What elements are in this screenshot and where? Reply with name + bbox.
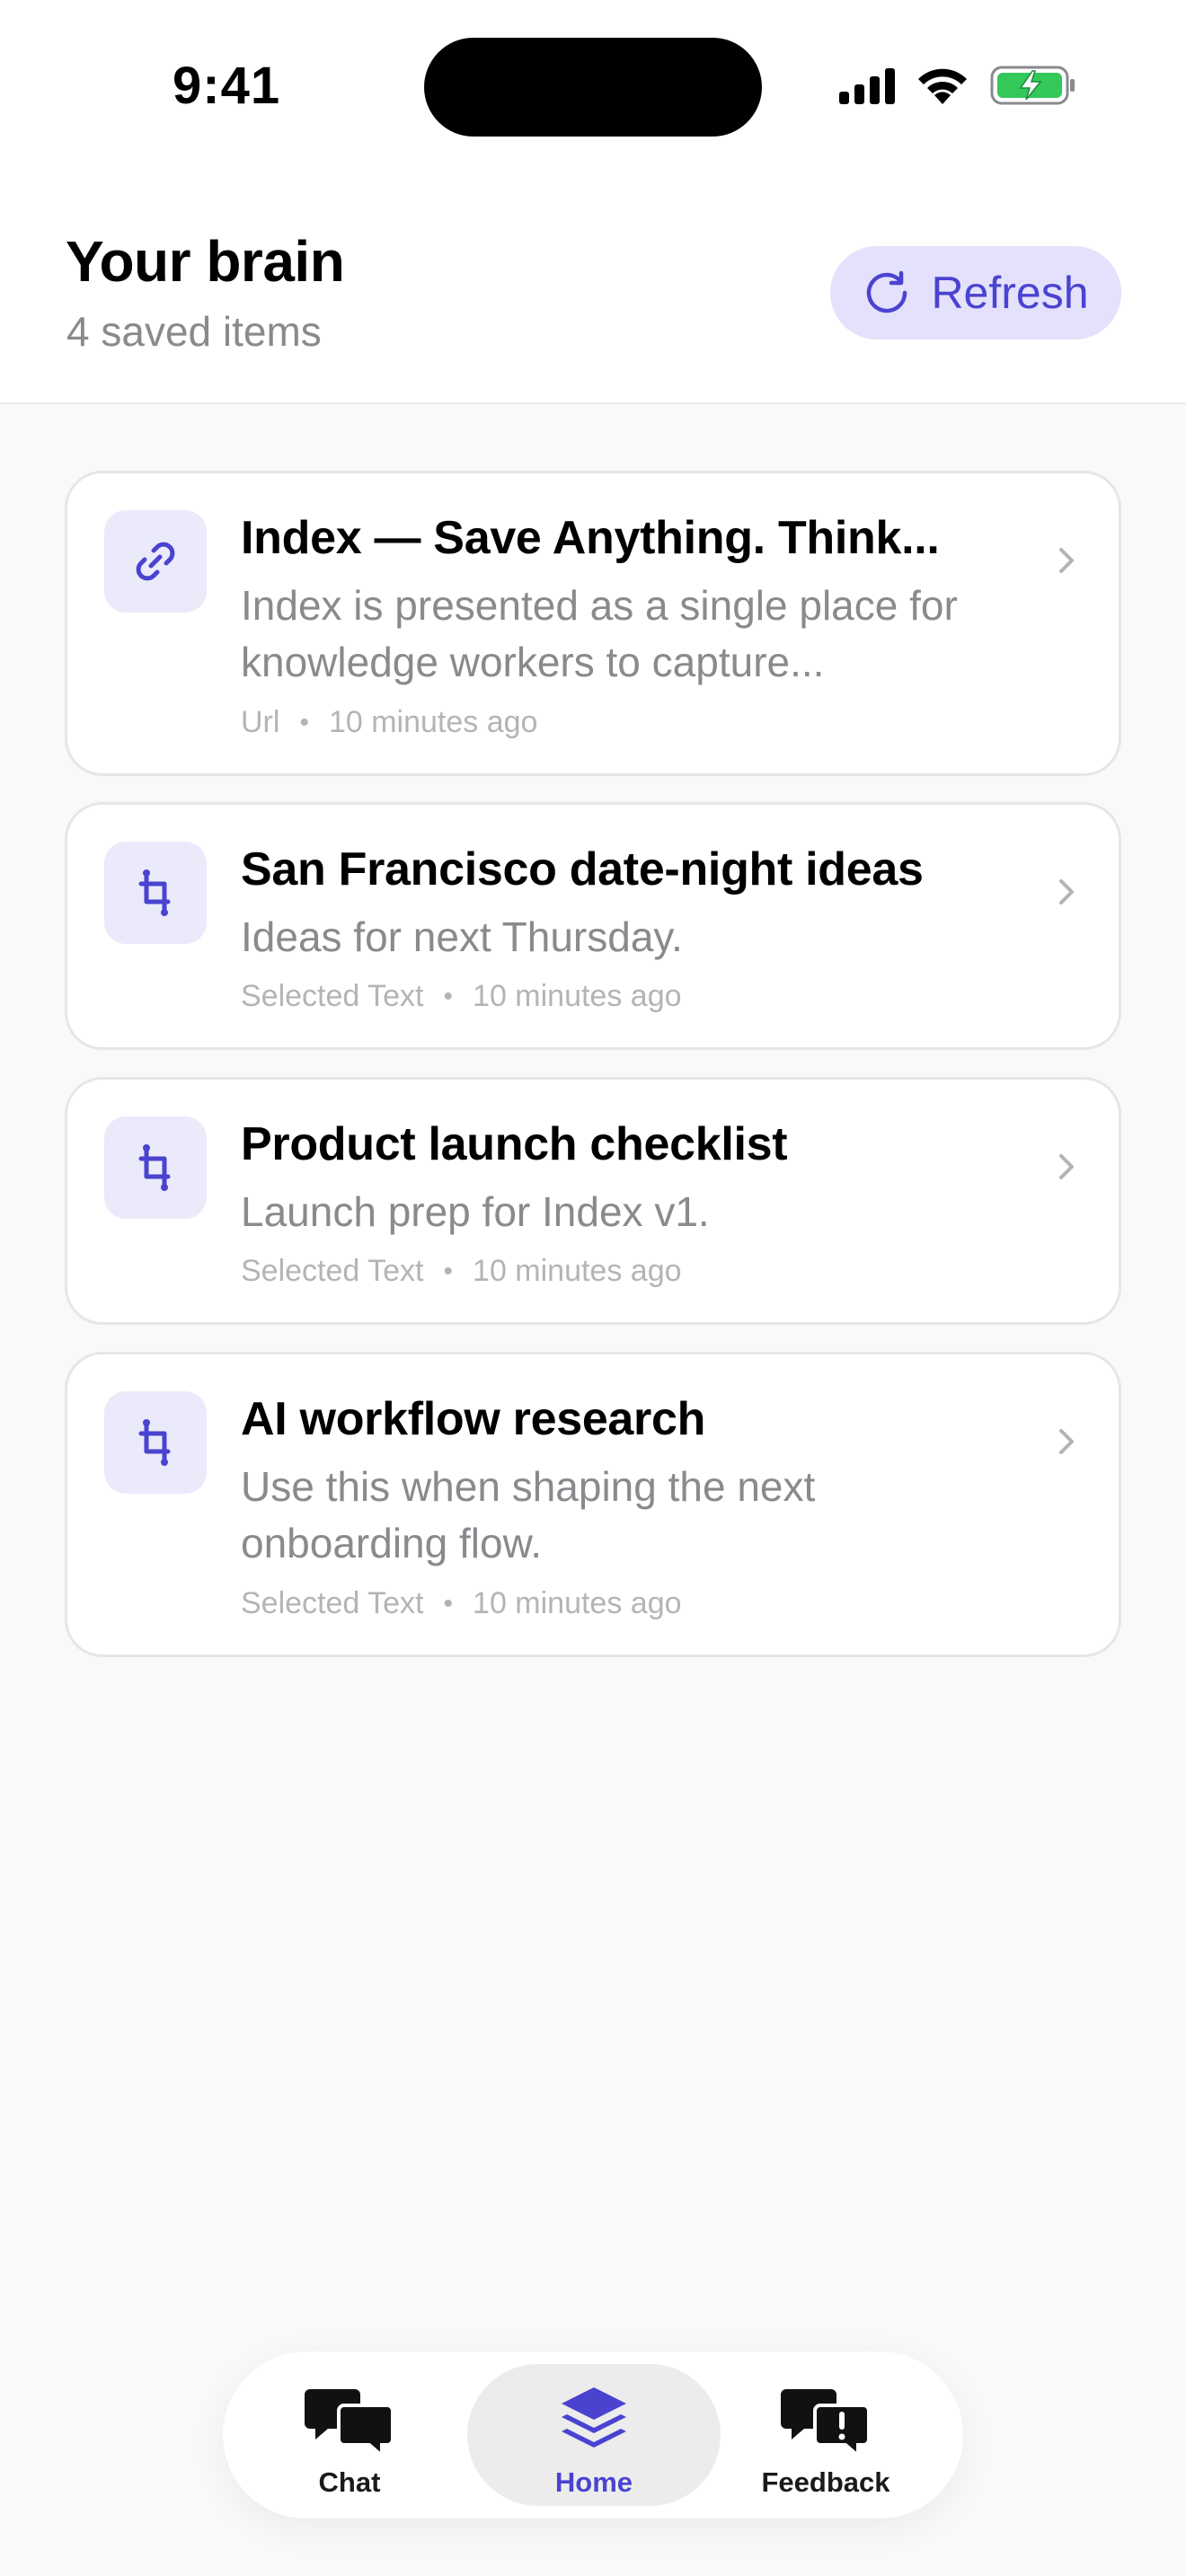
dynamic-island <box>424 38 762 137</box>
wifi-icon <box>918 68 967 104</box>
refresh-label: Refresh <box>931 268 1089 318</box>
item-title: AI workflow research <box>241 1393 706 1445</box>
crop-icon <box>138 1419 171 1466</box>
item-icon-box <box>104 1116 207 1219</box>
chevron-right-icon <box>1059 548 1074 573</box>
item-title: Index — Save Anything. Think... <box>241 512 940 564</box>
saved-item-card[interactable]: San Francisco date-night ideas Ideas for… <box>65 802 1121 1050</box>
item-icon-box <box>104 842 207 944</box>
status-time: 9:41 <box>173 57 281 115</box>
status-icons <box>839 63 1076 108</box>
item-title: Product launch checklist <box>241 1118 788 1170</box>
meta-separator: • <box>443 1256 454 1286</box>
item-description: Index is presented as a single place for… <box>241 582 958 685</box>
saved-item-card[interactable]: Index — Save Anything. Think... Index is… <box>65 471 1121 776</box>
item-description: Ideas for next Thursday. <box>241 913 683 960</box>
item-icon-box <box>104 1391 207 1494</box>
item-description: Launch prep for Index v1. <box>241 1188 710 1235</box>
layers-icon <box>562 2387 626 2448</box>
feedback-bubbles-icon <box>781 2389 871 2459</box>
chevron-right-icon <box>1059 1429 1074 1454</box>
item-description: Use this when shaping the next onboardin… <box>241 1463 816 1566</box>
item-type: Selected Text <box>241 1586 424 1620</box>
tab-chat[interactable]: Chat <box>223 2364 476 2506</box>
chevron-right-icon <box>1059 1154 1074 1179</box>
item-meta: Selected Text • 10 minutes ago <box>241 1254 682 1289</box>
battery-charging-icon <box>990 66 1075 105</box>
item-time: 10 minutes ago <box>473 1254 682 1288</box>
item-time: 10 minutes ago <box>473 1586 682 1620</box>
page-title: Your brain <box>66 229 345 294</box>
refresh-button[interactable]: Refresh <box>830 246 1121 340</box>
tab-label: Home <box>554 2466 633 2498</box>
item-type: Selected Text <box>241 979 424 1013</box>
chat-bubbles-icon <box>305 2389 394 2459</box>
meta-separator: • <box>443 1588 454 1619</box>
item-meta: Url • 10 minutes ago <box>241 705 537 740</box>
crop-icon <box>138 869 171 916</box>
tab-feedback[interactable]: Feedback <box>699 2364 952 2506</box>
link-icon <box>136 542 175 581</box>
item-title: San Francisco date-night ideas <box>241 843 924 895</box>
tab-label: Chat <box>318 2466 381 2498</box>
saved-item-card[interactable]: AI workflow research Use this when shapi… <box>65 1352 1121 1657</box>
saved-count: 4 saved items <box>66 308 322 355</box>
tab-label: Feedback <box>761 2466 890 2498</box>
header-bar: 9:41 Your brain 4 saved items Refresh <box>0 0 1186 404</box>
item-time: 10 minutes ago <box>328 705 538 739</box>
meta-separator: • <box>299 707 309 737</box>
item-type: Url <box>241 705 280 739</box>
cellular-signal-icon <box>839 66 895 104</box>
item-type: Selected Text <box>241 1254 424 1288</box>
item-meta: Selected Text • 10 minutes ago <box>241 1586 682 1621</box>
tab-bar: Chat Home Feedback <box>223 2351 963 2519</box>
refresh-icon <box>867 270 907 313</box>
crop-icon <box>138 1144 171 1191</box>
meta-separator: • <box>443 981 454 1011</box>
item-icon-box <box>104 510 207 613</box>
tab-home[interactable]: Home <box>467 2364 721 2506</box>
saved-item-card[interactable]: Product launch checklist Launch prep for… <box>65 1077 1121 1325</box>
chevron-right-icon <box>1059 879 1074 904</box>
item-meta: Selected Text • 10 minutes ago <box>241 979 682 1014</box>
item-time: 10 minutes ago <box>473 979 682 1013</box>
